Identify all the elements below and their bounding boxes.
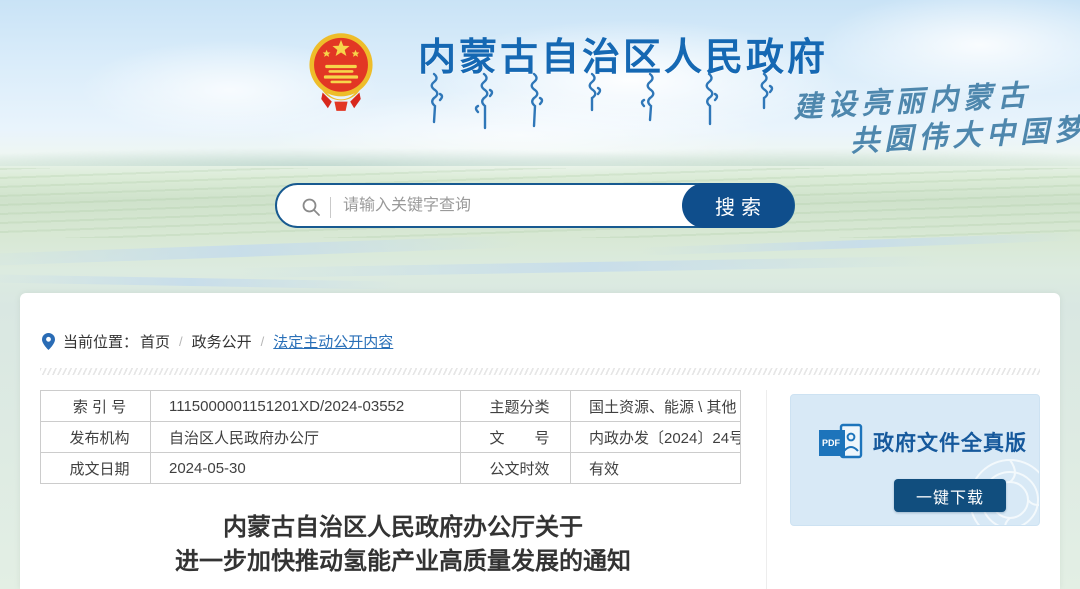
location-pin-icon (42, 333, 55, 350)
page: 内蒙古自治区人民政府 建设亮丽内蒙古 共圆伟大中国梦 搜索 (0, 0, 1080, 589)
document-title-line-2: 进一步加快推动氢能产业高质量发展的通知 (40, 545, 766, 579)
breadcrumb: 当前位置： 首页 / 政务公开 / 法定主动公开内容 (42, 331, 395, 352)
meta-label: 主题分类 (461, 391, 571, 422)
meta-value: 国土资源、能源 \ 其他 (571, 391, 741, 422)
table-row: 成文日期 2024-05-30 公文时效 有效 (41, 453, 741, 484)
meta-label: 成文日期 (41, 453, 151, 484)
pdf-icon-label: PDF (822, 438, 841, 448)
meta-label: 发布机构 (41, 422, 151, 453)
column-divider (766, 390, 767, 589)
national-emblem-icon (308, 28, 374, 124)
download-card: PDF 政府文件全真版 一键下载 (790, 394, 1040, 526)
breadcrumb-separator: / (179, 334, 183, 349)
meta-value: 1115000001151201XD/2024-03552 (151, 391, 461, 422)
document-title: 内蒙古自治区人民政府办公厅关于 进一步加快推动氢能产业高质量发展的通知 (40, 511, 766, 579)
meta-label: 公文时效 (461, 453, 571, 484)
meta-label: 文 号 (461, 422, 571, 453)
search-bar: 搜索 (275, 183, 795, 228)
breadcrumb-home[interactable]: 首页 (140, 331, 170, 352)
search-divider (330, 197, 331, 218)
one-click-download-button[interactable]: 一键下载 (894, 479, 1006, 512)
search-button[interactable]: 搜索 (682, 183, 794, 228)
meta-value: 自治区人民政府办公厅 (151, 422, 461, 453)
mongolian-script (424, 72, 776, 130)
table-row: 发布机构 自治区人民政府办公厅 文 号 内政办发〔2024〕24号 (41, 422, 741, 453)
download-card-title: 政府文件全真版 (873, 427, 1027, 457)
breadcrumb-separator: / (261, 334, 265, 349)
search-input[interactable] (343, 187, 723, 224)
document-title-line-1: 内蒙古自治区人民政府办公厅关于 (40, 511, 766, 545)
table-row: 索 引 号 1115000001151201XD/2024-03552 主题分类… (41, 391, 741, 422)
breadcrumb-zhengwu[interactable]: 政务公开 (192, 331, 252, 352)
search-icon (301, 197, 321, 217)
content-card: 当前位置： 首页 / 政务公开 / 法定主动公开内容 索 引 号 1115000… (20, 293, 1060, 589)
meta-value: 2024-05-30 (151, 453, 461, 484)
pdf-icon: PDF (819, 423, 865, 461)
meta-value: 内政办发〔2024〕24号 (571, 422, 741, 453)
meta-value: 有效 (571, 453, 741, 484)
breadcrumb-label: 当前位置： (63, 331, 138, 352)
doc-meta-table: 索 引 号 1115000001151201XD/2024-03552 主题分类… (40, 390, 741, 484)
download-card-header: PDF 政府文件全真版 (819, 423, 1027, 461)
breadcrumb-current[interactable]: 法定主动公开内容 (273, 331, 393, 352)
hatched-divider (40, 368, 1040, 375)
meta-label: 索 引 号 (41, 391, 151, 422)
